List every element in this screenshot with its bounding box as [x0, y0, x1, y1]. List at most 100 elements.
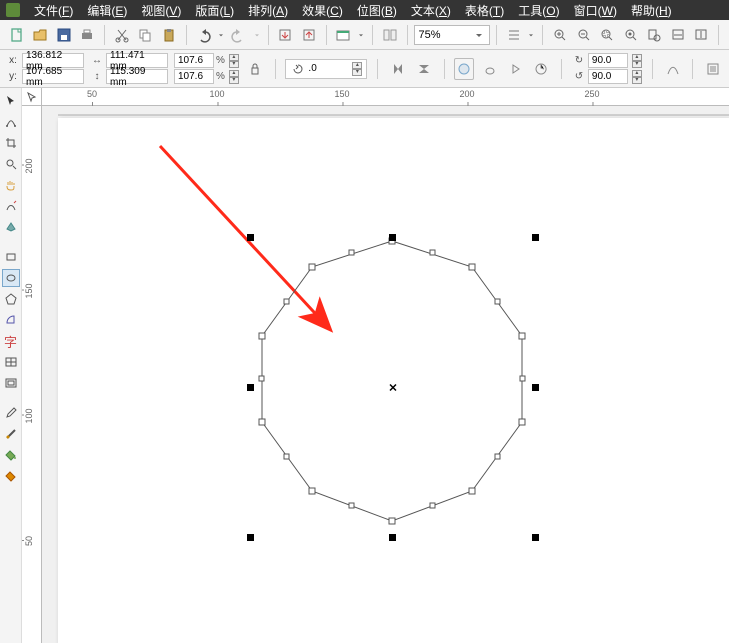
redo-button[interactable] [228, 24, 250, 46]
undo-dropdown[interactable] [216, 24, 226, 46]
sel-handle-bc[interactable] [389, 534, 396, 541]
scale-x-input[interactable]: 107.6 [174, 53, 214, 68]
to-front-button[interactable] [454, 58, 474, 80]
app-launcher-button[interactable] [333, 24, 355, 46]
menu-table[interactable]: 表格(T) [465, 2, 504, 19]
welcome-button[interactable] [379, 24, 401, 46]
zoom-out-button[interactable] [573, 24, 595, 46]
pick-tool[interactable] [2, 92, 20, 110]
undo-button[interactable] [193, 24, 215, 46]
rectangle-tool[interactable] [2, 248, 20, 266]
y-label: y: [6, 71, 20, 82]
sel-handle-tl[interactable] [247, 234, 254, 241]
menu-help[interactable]: 帮助(H) [631, 2, 672, 19]
sel-handle-tc[interactable] [389, 234, 396, 241]
sel-handle-br[interactable] [532, 534, 539, 541]
paste-button[interactable] [158, 24, 180, 46]
mirror-h-button[interactable] [388, 58, 408, 80]
scale-y-input[interactable]: 107.6 [174, 69, 214, 84]
rotate-icon [292, 63, 304, 75]
outline-tool[interactable] [2, 425, 20, 443]
basic-shapes-tool[interactable] [2, 311, 20, 329]
rot-v-input[interactable]: 90.0 [588, 69, 628, 84]
menu-file[interactable]: 文件(F) [34, 2, 73, 19]
fill-tool[interactable] [2, 446, 20, 464]
width-icon: ↔ [90, 54, 104, 68]
menu-bitmap[interactable]: 位图(B) [357, 2, 397, 19]
shape-tool[interactable] [2, 113, 20, 131]
app-logo [6, 3, 20, 17]
rotation-spinner[interactable]: ▴▾ [352, 62, 362, 76]
hand-tool[interactable] [2, 176, 20, 194]
zoom-all-button[interactable] [620, 24, 642, 46]
freehand-tool[interactable] [2, 197, 20, 215]
redo-dropdown[interactable] [252, 24, 262, 46]
mirror-v-button[interactable] [414, 58, 434, 80]
canvas-area: 50 100 150 200 250 200 150 100 50 [22, 88, 729, 643]
zoom-width-button[interactable] [667, 24, 689, 46]
rotation-input[interactable]: ▴▾ [285, 59, 367, 79]
menu-tools[interactable]: 工具(O) [518, 2, 559, 19]
menu-window[interactable]: 窗口(W) [574, 2, 617, 19]
scale-x-spinner[interactable]: ▴▾ [229, 54, 239, 68]
zoom-in-button[interactable] [549, 24, 571, 46]
polygon-tool[interactable] [2, 290, 20, 308]
menu-effects[interactable]: 效果(C) [302, 2, 343, 19]
rot-h-input[interactable]: 90.0 [588, 53, 628, 68]
vertical-ruler[interactable]: 200 150 100 50 [22, 106, 42, 643]
menu-edit[interactable]: 编辑(E) [87, 2, 127, 19]
order-forward-button[interactable] [506, 58, 526, 80]
property-bar: x: 136.812 mm y: 107.685 mm ↔ 111.471 mm… [0, 50, 729, 88]
sel-handle-mr[interactable] [532, 384, 539, 391]
snap-button[interactable] [503, 24, 525, 46]
crop-tool[interactable] [2, 134, 20, 152]
horizontal-ruler[interactable]: 50 100 150 200 250 [42, 88, 729, 106]
zoom-combo[interactable]: 75% [414, 25, 490, 45]
dimension-tool[interactable] [2, 374, 20, 392]
sel-handle-ml[interactable] [247, 384, 254, 391]
wrap-text-button[interactable] [703, 58, 723, 80]
sel-handle-tr[interactable] [532, 234, 539, 241]
canvas[interactable]: ✕ [42, 106, 729, 643]
interactive-fill-tool[interactable] [2, 467, 20, 485]
ruler-origin[interactable] [22, 88, 42, 106]
rot-h-spinner[interactable]: ▴▾ [632, 54, 642, 68]
export-button[interactable] [298, 24, 320, 46]
convert-curve-button[interactable] [663, 58, 683, 80]
import-button[interactable] [275, 24, 297, 46]
cut-button[interactable] [111, 24, 133, 46]
eyedropper-tool[interactable] [2, 404, 20, 422]
save-button[interactable] [53, 24, 75, 46]
rot-v-icon: ↺ [572, 70, 586, 84]
corner-rotation-block: ↻ 90.0 ▴▾ ↺ 90.0 ▴▾ [572, 53, 642, 84]
copy-button[interactable] [135, 24, 157, 46]
menu-text[interactable]: 文本(X) [411, 2, 451, 19]
menu-view[interactable]: 视图(V) [141, 2, 181, 19]
table-tool[interactable] [2, 353, 20, 371]
size-block: ↔ 111.471 mm ↕ 115.309 mm [90, 53, 168, 84]
app-dropdown[interactable] [356, 24, 366, 46]
order-back-button[interactable] [531, 58, 551, 80]
chevron-down-icon [473, 29, 485, 41]
scale-block: 107.6 % ▴▾ 107.6 % ▴▾ [174, 53, 239, 84]
print-button[interactable] [77, 24, 99, 46]
ellipse-tool[interactable] [2, 269, 20, 287]
y-input[interactable]: 107.685 mm [22, 69, 84, 84]
smart-fill-tool[interactable] [2, 218, 20, 236]
lock-ratio-button[interactable] [245, 58, 265, 80]
to-back-button[interactable] [480, 58, 500, 80]
zoom-selection-button[interactable] [596, 24, 618, 46]
scale-y-spinner[interactable]: ▴▾ [229, 70, 239, 84]
sel-handle-bl[interactable] [247, 534, 254, 541]
menu-layout[interactable]: 版面(L) [195, 2, 234, 19]
zoom-height-button[interactable] [690, 24, 712, 46]
text-tool[interactable]: 字 [2, 332, 20, 350]
open-button[interactable] [30, 24, 52, 46]
menu-arrange[interactable]: 排列(A) [248, 2, 288, 19]
height-input[interactable]: 115.309 mm [106, 69, 168, 84]
snap-dropdown[interactable] [526, 24, 536, 46]
rot-v-spinner[interactable]: ▴▾ [632, 70, 642, 84]
zoom-tool[interactable] [2, 155, 20, 173]
zoom-page-button[interactable] [643, 24, 665, 46]
new-button[interactable] [6, 24, 28, 46]
